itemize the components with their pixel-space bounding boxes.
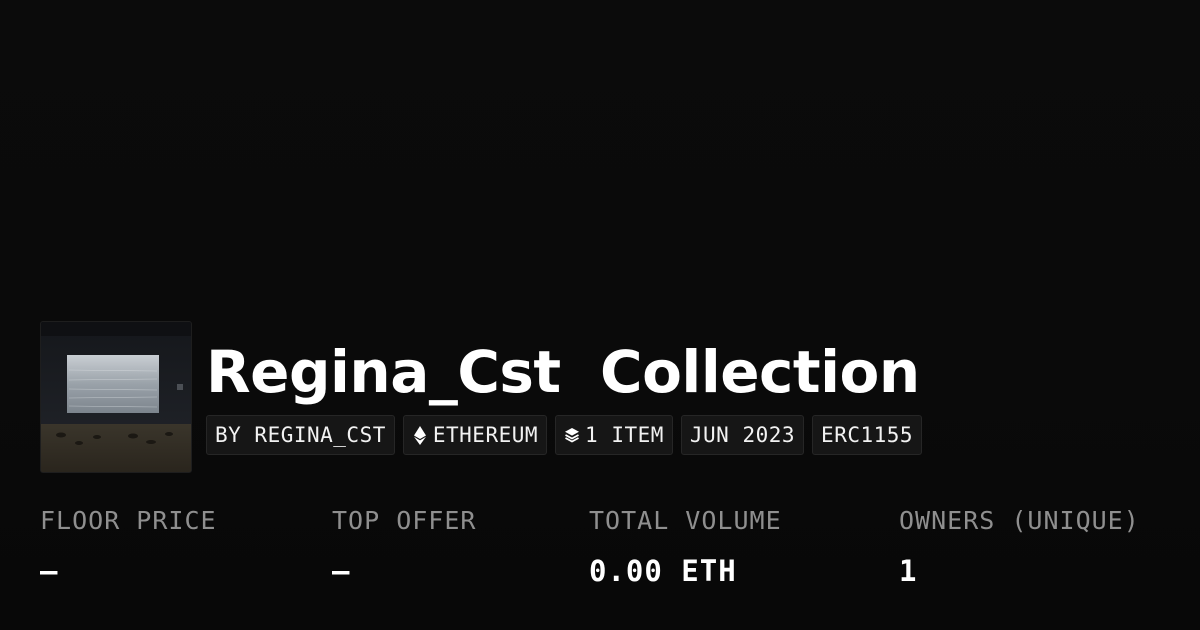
total-volume-stat: TOTAL VOLUME 0.00 ETH	[589, 504, 782, 589]
owners-stat: OWNERS (UNIQUE) 1	[899, 504, 1140, 589]
layers-icon	[564, 425, 580, 445]
collection-title: Regina_Cst Collection	[206, 338, 920, 406]
total-volume-label: TOTAL VOLUME	[589, 506, 782, 535]
owners-value: 1	[899, 554, 918, 588]
items-chip[interactable]: 1 ITEM	[555, 415, 673, 455]
og-card: Regina_Cst Collection BY REGINA_CST ETHE…	[0, 0, 1200, 630]
date-chip: JUN 2023	[680, 415, 805, 455]
owners-label: OWNERS (UNIQUE)	[899, 506, 1140, 535]
collection-thumbnail	[40, 321, 192, 473]
creator-label: BY REGINA_CST	[215, 423, 386, 447]
floor-price-value: –	[40, 554, 59, 588]
floor-price-stat: FLOOR PRICE –	[40, 504, 217, 589]
floor-price-label: FLOOR PRICE	[40, 506, 217, 535]
items-count-label: 1 ITEM	[585, 423, 664, 447]
top-offer-label: TOP OFFER	[332, 506, 477, 535]
collection-meta-chips: BY REGINA_CST ETHEREUM 1 ITEM JUN 2023 E…	[206, 415, 923, 455]
chain-label: ETHEREUM	[432, 423, 539, 447]
thumbnail-image	[41, 322, 191, 472]
creator-chip[interactable]: BY REGINA_CST	[206, 415, 395, 455]
standard-chip: ERC1155	[812, 415, 923, 455]
chain-chip[interactable]: ETHEREUM	[402, 415, 548, 455]
token-standard-label: ERC1155	[821, 423, 914, 447]
created-date-label: JUN 2023	[689, 423, 796, 447]
ethereum-icon	[412, 425, 428, 445]
total-volume-value: 0.00 ETH	[589, 554, 737, 588]
top-offer-value: –	[332, 554, 351, 588]
top-offer-stat: TOP OFFER –	[332, 504, 476, 589]
